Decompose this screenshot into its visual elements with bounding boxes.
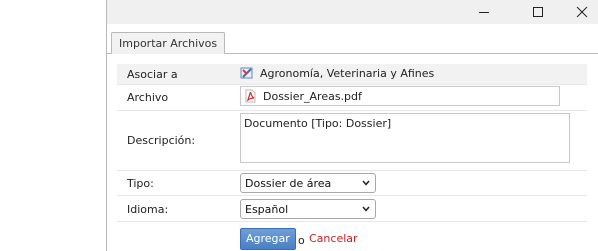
form-actions: Agregar o Cancelar [117,221,587,251]
asociar-label: Asociar a [127,68,178,81]
tab-strip: Importar Archivos [107,24,598,54]
close-button[interactable] [559,0,598,24]
asociar-text: Agronomía, Veterinaria y Afines [260,66,435,80]
form-row-idioma: Idioma: Español [117,195,587,222]
descripcion-textarea[interactable] [240,113,570,163]
tab-importar-archivos[interactable]: Importar Archivos [111,32,226,54]
minimize-button[interactable] [461,0,507,24]
form-row-descripcion: Descripción: [117,110,587,171]
maximize-icon [533,7,543,17]
tab-panel: Asociar a Agronomía, Veterinaria y Afine… [107,54,598,251]
chevron-down-icon [362,180,370,186]
import-dialog-window: Importar Archivos Asociar a Agronomía, V… [106,0,598,251]
title-bar [107,0,598,24]
maximize-button[interactable] [515,0,561,24]
chevron-down-icon [362,206,370,212]
agregar-button[interactable]: Agregar [240,228,296,250]
idioma-label: Idioma: [127,203,169,216]
minimize-icon [479,12,489,13]
form-row-archivo: Archivo Dossier_Areas.pdf [117,84,587,111]
archivo-label: Archivo [127,91,169,104]
file-field[interactable]: Dossier_Areas.pdf [240,86,560,106]
pdf-file-icon [245,89,256,103]
close-icon [576,6,588,18]
tipo-selected-value: Dossier de área [245,177,332,190]
tipo-label: Tipo: [127,177,154,190]
tipo-select[interactable]: Dossier de área [240,173,376,193]
category-icon [240,67,253,79]
or-separator: o [298,234,305,247]
form-row-tipo: Tipo: Dossier de área [117,170,587,196]
idioma-select[interactable]: Español [240,199,376,219]
file-name: Dossier_Areas.pdf [263,89,362,103]
cancelar-link[interactable]: Cancelar [309,232,358,245]
idioma-selected-value: Español [245,203,289,216]
asociar-value: Agronomía, Veterinaria y Afines [240,66,434,80]
form-row-asociar: Asociar a Agronomía, Veterinaria y Afine… [117,64,587,85]
descripcion-label: Descripción: [127,134,196,147]
